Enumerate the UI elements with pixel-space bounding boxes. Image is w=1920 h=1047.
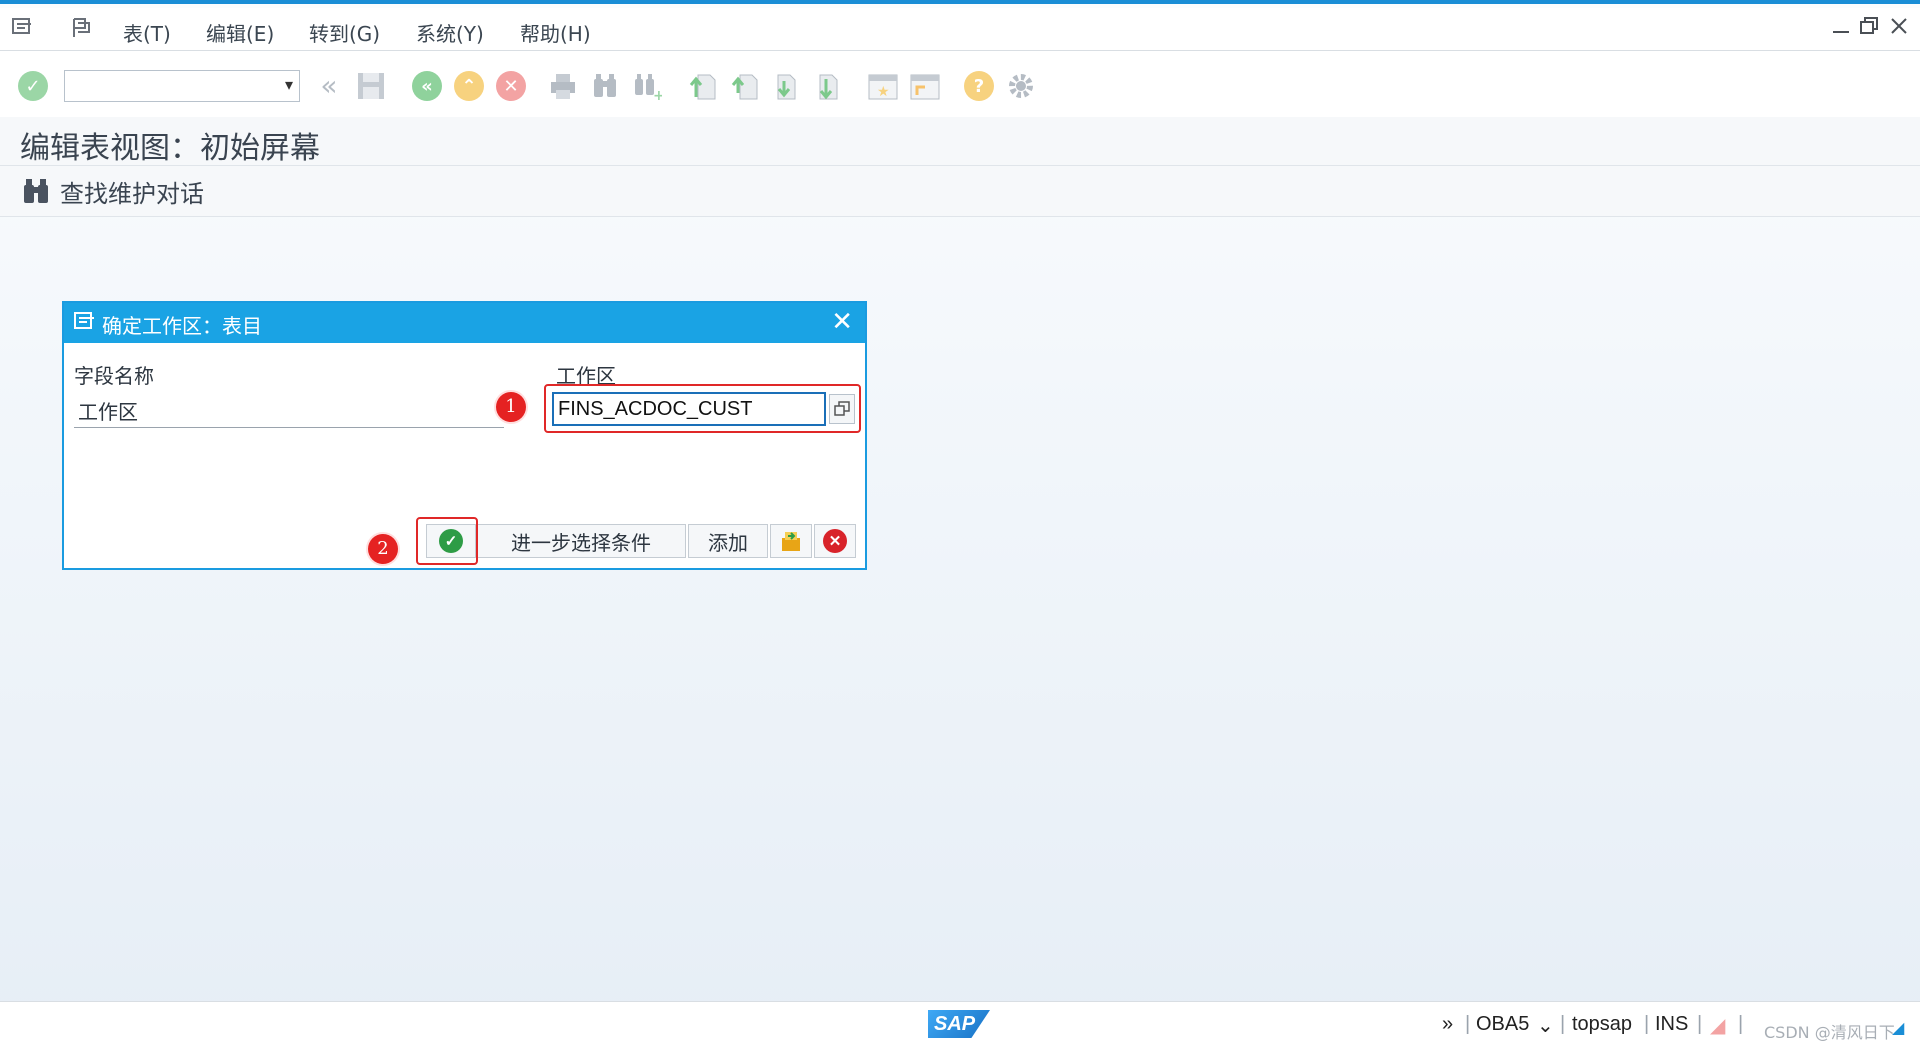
standard-toolbar: ✓ ▾ « « ⌃ ✕ + ★ ? xyxy=(0,51,1920,117)
svg-text:★: ★ xyxy=(877,84,890,100)
menu-item-system[interactable]: 系统(Y) xyxy=(416,18,484,47)
first-page-icon[interactable] xyxy=(686,69,720,103)
minimize-icon[interactable] xyxy=(1830,16,1852,38)
command-input[interactable] xyxy=(69,71,273,101)
close-window-icon[interactable] xyxy=(1888,16,1910,38)
cancel-icon[interactable]: ✕ xyxy=(494,69,528,103)
add-button[interactable]: 添加 xyxy=(688,524,768,558)
variant-button[interactable] xyxy=(770,524,812,558)
create-session-icon[interactable]: ★ xyxy=(866,69,900,103)
last-page-icon[interactable] xyxy=(812,69,846,103)
cancel-dialog-button[interactable]: ✕ xyxy=(814,524,856,558)
transport-icon xyxy=(782,532,800,551)
menu-bar: 表(T) 编辑(E) 转到(G) 系统(Y) 帮助(H) xyxy=(0,8,1920,51)
transaction-code: OBA5 xyxy=(1476,1013,1530,1035)
menu-list-icon[interactable] xyxy=(10,16,36,42)
page-title: 编辑表视图：初始屏幕 xyxy=(20,131,320,166)
column-header-work-area: 工作区 xyxy=(556,364,616,388)
cancel-x-icon: ✕ xyxy=(823,529,847,553)
favorites-icon[interactable] xyxy=(68,16,94,42)
work-area-input[interactable] xyxy=(552,392,826,426)
menu-item-help[interactable]: 帮助(H) xyxy=(520,18,591,47)
value-help-icon[interactable] xyxy=(829,394,855,424)
expand-status-icon[interactable]: » xyxy=(1442,1013,1453,1036)
status-bar: SAP » | OBA5 ⌄ | topsap | INS | ◢ | CSDN… xyxy=(0,1001,1920,1047)
exit-icon[interactable]: ⌃ xyxy=(452,69,486,103)
find-icon[interactable] xyxy=(588,69,622,103)
back-icon[interactable]: « xyxy=(312,69,346,103)
callout-badge-2: 2 xyxy=(368,534,398,564)
separator: | xyxy=(1644,1013,1650,1035)
input-mode: INS xyxy=(1655,1013,1689,1035)
help-icon[interactable]: ? xyxy=(962,69,996,103)
field-label-work-area: 工作区 xyxy=(74,396,504,428)
separator: | xyxy=(1697,1013,1703,1035)
resize-grip-icon[interactable]: ◢ xyxy=(1892,1018,1904,1038)
column-header-field-name: 字段名称 xyxy=(74,364,154,388)
callout-badge-1: 1 xyxy=(496,392,526,422)
separator: | xyxy=(1465,1013,1471,1035)
settings-icon[interactable] xyxy=(1004,69,1038,103)
further-selection-button[interactable]: 进一步选择条件 xyxy=(476,524,686,558)
sap-gui-window: 表(T) 编辑(E) 转到(G) 系统(Y) 帮助(H) ✓ ▾ « « ⌃ ✕… xyxy=(0,0,1920,1047)
svg-text:+: + xyxy=(653,88,662,101)
binoculars-icon xyxy=(24,179,48,203)
chevron-down-icon[interactable]: ⌄ xyxy=(1537,1013,1554,1038)
separator: | xyxy=(1560,1013,1566,1035)
menu-item-table[interactable]: 表(T) xyxy=(123,18,171,47)
title-bar: 编辑表视图：初始屏幕 xyxy=(0,117,1920,166)
restore-icon[interactable] xyxy=(1858,16,1880,38)
sap-logo: SAP xyxy=(928,1010,990,1038)
enter-icon[interactable]: ✓ xyxy=(16,69,50,103)
previous-page-icon[interactable] xyxy=(728,69,762,103)
confirm-button[interactable]: ✓ xyxy=(426,524,476,558)
find-maintenance-dialog-button[interactable]: 查找维护对话 xyxy=(22,174,204,208)
status-indicator-icon: ◢ xyxy=(1710,1015,1726,1037)
next-page-icon[interactable] xyxy=(770,69,804,103)
checkmark-icon: ✓ xyxy=(439,529,463,553)
find-maintenance-dialog-label: 查找维护对话 xyxy=(60,179,204,208)
dialog-window-icon xyxy=(74,311,96,336)
dialog-title: 确定工作区：表目 xyxy=(102,314,262,338)
determine-work-area-dialog: 确定工作区：表目 ✕ 字段名称 工作区 工作区 1 ✓ 进一步选择条件 添加 ✕… xyxy=(62,301,867,570)
dialog-title-bar: 确定工作区：表目 ✕ xyxy=(64,303,865,343)
save-icon[interactable] xyxy=(354,69,388,103)
shortcut-icon[interactable] xyxy=(908,69,942,103)
back-green-icon[interactable]: « xyxy=(410,69,444,103)
find-next-icon[interactable]: + xyxy=(630,69,664,103)
server-name: topsap xyxy=(1572,1013,1633,1035)
separator: | xyxy=(1738,1013,1744,1035)
application-toolbar: 查找维护对话 xyxy=(0,166,1920,217)
chevron-down-icon[interactable]: ▾ xyxy=(285,75,293,94)
menu-item-goto[interactable]: 转到(G) xyxy=(309,18,380,47)
print-icon[interactable] xyxy=(546,69,580,103)
command-field[interactable]: ▾ xyxy=(64,70,300,102)
close-icon[interactable]: ✕ xyxy=(831,307,853,337)
menu-item-edit[interactable]: 编辑(E) xyxy=(206,18,274,47)
watermark: CSDN @清风日下 xyxy=(1764,1023,1895,1042)
